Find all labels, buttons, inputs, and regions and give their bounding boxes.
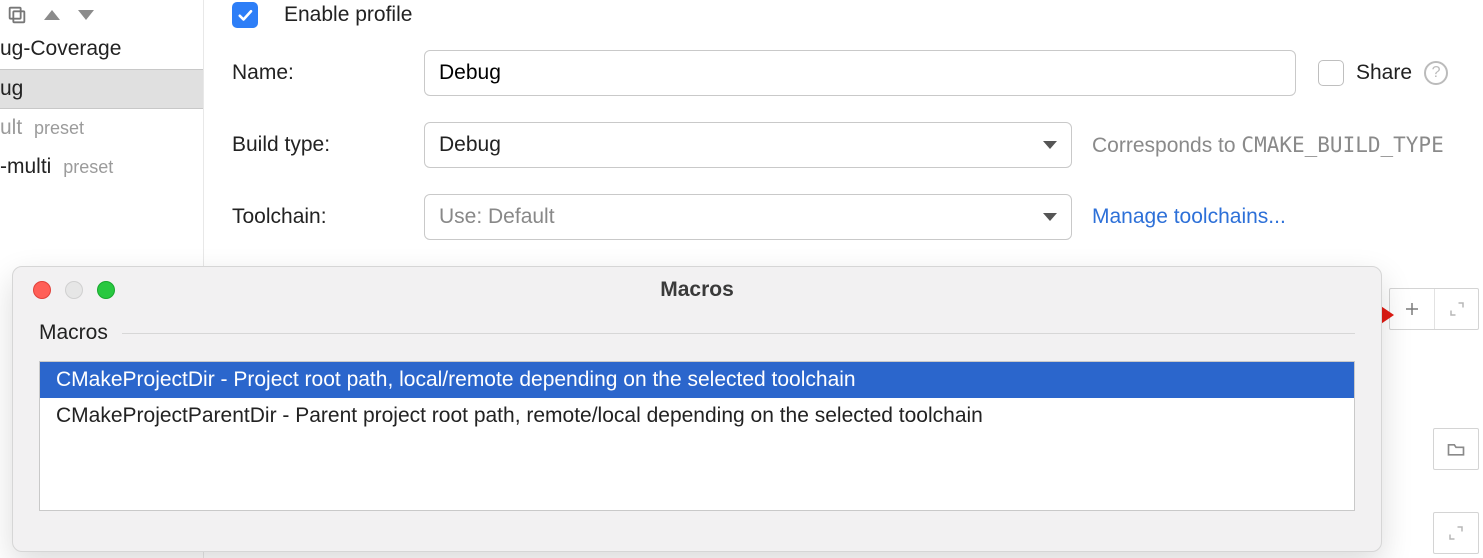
copy-icon[interactable]	[6, 4, 28, 26]
name-field[interactable]	[424, 50, 1296, 96]
toolchain-label: Toolchain:	[232, 205, 412, 229]
manage-toolchains-link[interactable]: Manage toolchains...	[1092, 205, 1286, 229]
list-item[interactable]: ult preset	[0, 109, 203, 148]
move-up-icon[interactable]	[42, 8, 62, 22]
chevron-down-icon	[1043, 213, 1057, 221]
list-item[interactable]: CMakeProjectParentDir - Parent project r…	[40, 398, 1354, 434]
preset-badge: preset	[63, 157, 113, 177]
sidebar-item-label: ug	[0, 77, 23, 100]
macro-item-label: CMakeProjectDir - Project root path, loc…	[56, 368, 856, 391]
expand-button-group	[1433, 512, 1479, 554]
share-label: Share	[1356, 61, 1412, 85]
help-icon[interactable]: ?	[1424, 61, 1448, 85]
move-down-icon[interactable]	[76, 8, 96, 22]
dialog-title: Macros	[13, 278, 1381, 302]
build-type-hint: Corresponds to CMAKE_BUILD_TYPE	[1092, 133, 1444, 158]
enable-profile-checkbox[interactable]	[232, 2, 258, 28]
build-type-value: Debug	[439, 133, 501, 157]
expand-icon[interactable]	[1434, 513, 1478, 553]
expand-icon[interactable]	[1434, 289, 1478, 329]
build-type-select[interactable]: Debug	[424, 122, 1072, 168]
plus-icon[interactable]	[1390, 289, 1434, 329]
folder-icon[interactable]	[1434, 429, 1478, 469]
toolchain-select[interactable]: Use: Default	[424, 194, 1072, 240]
preset-badge: preset	[34, 118, 84, 138]
build-type-label: Build type:	[232, 133, 412, 157]
sidebar-toolbar	[0, 0, 203, 30]
macro-item-label: CMakeProjectParentDir - Parent project r…	[56, 404, 983, 427]
name-input[interactable]	[439, 61, 1281, 85]
hint-prefix: Corresponds to	[1092, 134, 1241, 157]
divider	[122, 333, 1355, 334]
sidebar-item-label: ug-Coverage	[0, 37, 121, 60]
list-item[interactable]: ug-Coverage	[0, 30, 203, 69]
list-item[interactable]: -multi preset	[0, 148, 203, 187]
enable-profile-label: Enable profile	[284, 3, 412, 27]
dialog-titlebar: Macros	[13, 267, 1381, 313]
browse-button-group	[1433, 428, 1479, 470]
macros-list[interactable]: CMakeProjectDir - Project root path, loc…	[39, 361, 1355, 511]
chevron-down-icon	[1043, 141, 1057, 149]
hint-var: CMAKE_BUILD_TYPE	[1241, 133, 1443, 157]
sidebar-item-label: -multi	[0, 155, 51, 178]
toolchain-value: Use: Default	[439, 205, 555, 229]
name-label: Name:	[232, 61, 412, 85]
macros-dialog: Macros Macros CMakeProjectDir - Project …	[12, 266, 1382, 552]
macros-section-label: Macros	[39, 321, 108, 345]
sidebar-item-label: ult	[0, 116, 22, 139]
share-checkbox[interactable]	[1318, 60, 1344, 86]
macro-insert-buttons	[1389, 288, 1479, 330]
list-item[interactable]: CMakeProjectDir - Project root path, loc…	[40, 362, 1354, 398]
list-item[interactable]: ug	[0, 69, 203, 109]
